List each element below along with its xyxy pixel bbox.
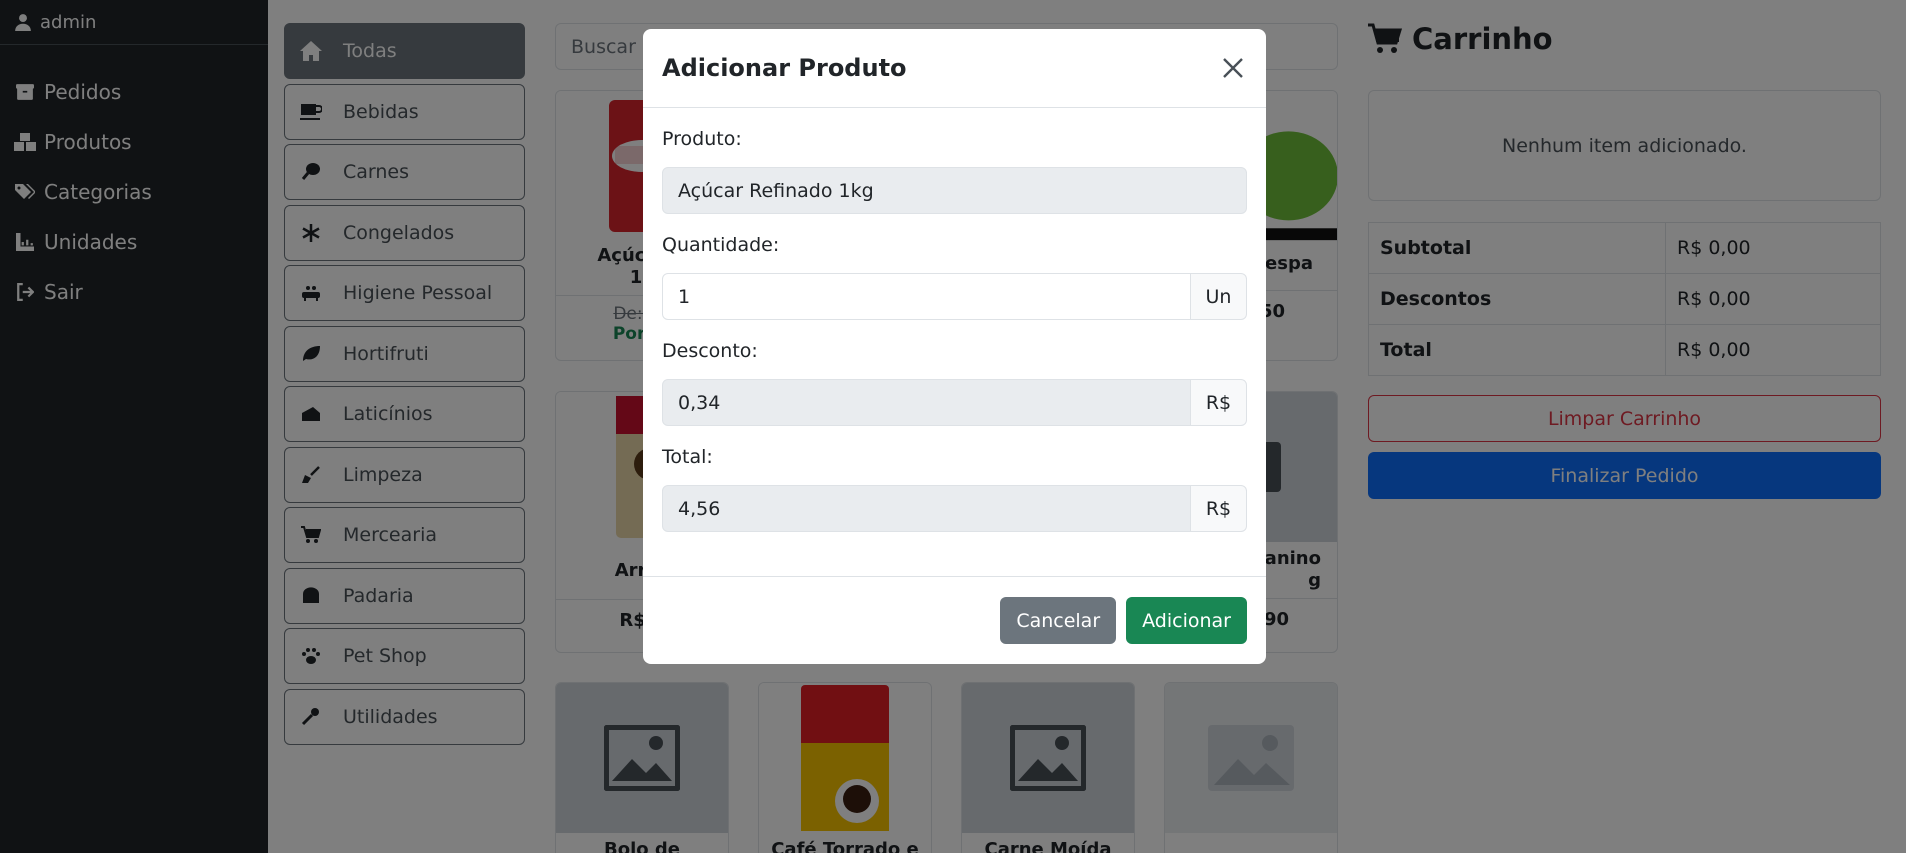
produto-label: Produto: [662,128,742,150]
desconto-field: 0,34 [662,379,1191,426]
total-label: Total: [662,446,713,468]
quantidade-label: Quantidade: [662,234,780,256]
total-field: 4,56 [662,485,1191,532]
modal-title: Adicionar Produto [662,54,907,82]
desconto-unit: R$ [1191,379,1247,426]
produto-field: Açúcar Refinado 1kg [662,167,1247,214]
quantidade-unit: Un [1191,273,1247,320]
total-unit: R$ [1191,485,1247,532]
add-button[interactable]: Adicionar [1126,597,1247,644]
add-product-modal: Adicionar Produto Produto: Açúcar Refina… [643,29,1266,664]
quantidade-input[interactable]: 1 [662,273,1191,320]
cancel-button[interactable]: Cancelar [1000,597,1117,644]
desconto-label: Desconto: [662,340,758,362]
close-icon[interactable] [1219,54,1247,82]
